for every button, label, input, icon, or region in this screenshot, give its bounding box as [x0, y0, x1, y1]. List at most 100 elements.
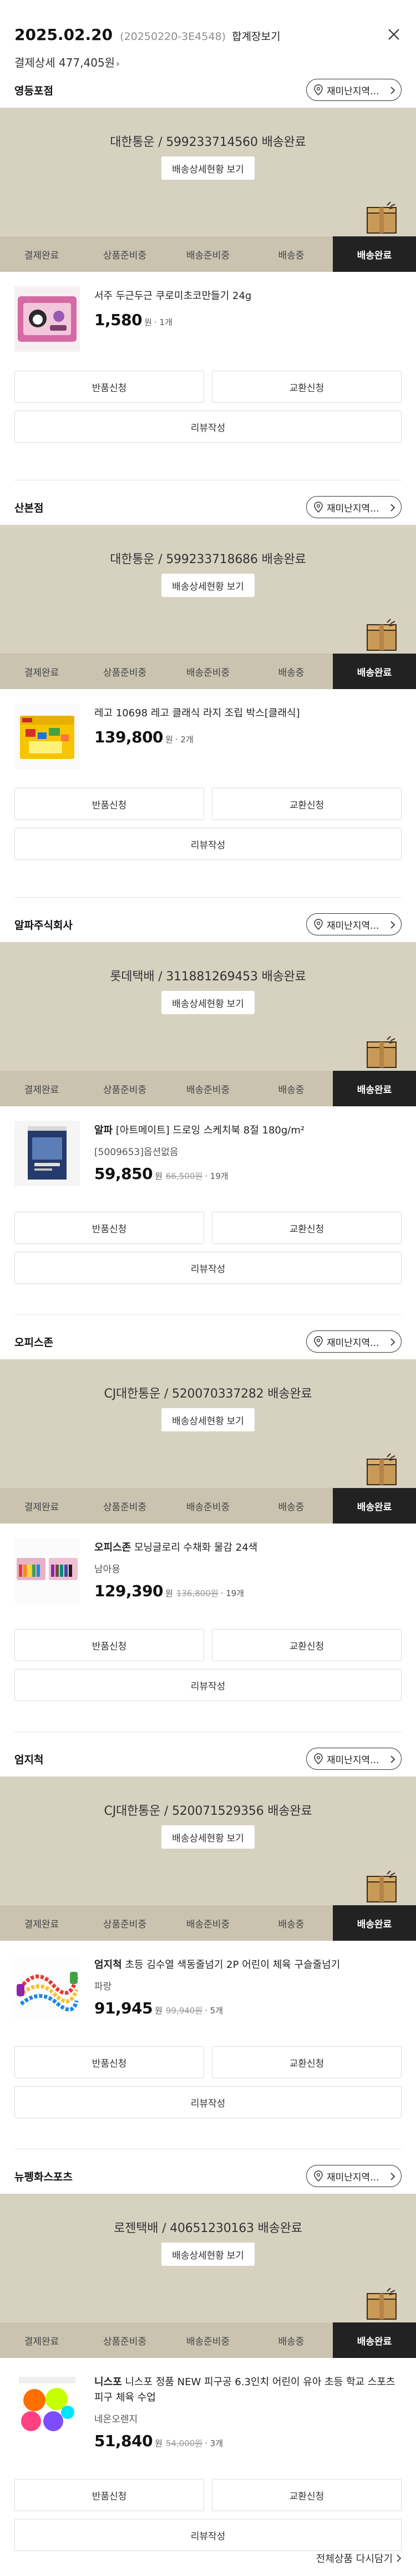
progress-step: 배송준비중 — [186, 2336, 230, 2347]
write-review-button[interactable]: 리뷰작성 — [14, 2086, 402, 2118]
exchange-button[interactable]: 교환신청 — [212, 788, 402, 820]
original-price: 66,500원 — [165, 1171, 203, 1181]
progress-step: 상품준비중 — [103, 1501, 147, 1513]
product-name-line: 알파 [아트메이트] 드로잉 스케치북 8절 180g/m² — [94, 1123, 402, 1138]
tracking-detail-button[interactable]: 배송상세현황 보기 — [161, 991, 255, 1014]
product-thumbnail[interactable] — [14, 2372, 80, 2438]
exchange-button[interactable]: 교환신청 — [212, 1212, 402, 1244]
write-review-button[interactable]: 리뷰작성 — [14, 1252, 402, 1284]
delivery-status-banner: 롯데택배 / 311881269453 배송완료 배송상세현황 보기 결제완료 상… — [0, 942, 416, 1106]
delivery-status-banner: 대한통운 / 599233714560 배송완료 배송상세현황 보기 결제완료 상… — [0, 108, 416, 272]
price-row: 1,580 원 · 1개 — [94, 311, 402, 329]
exchange-button[interactable]: 교환신청 — [212, 1629, 402, 1661]
progress-step: 배송완료 — [333, 1071, 416, 1106]
tracking-detail-button[interactable]: 배송상세현황 보기 — [161, 1408, 255, 1431]
product-price: 1,580 — [94, 311, 143, 329]
store-row: 엄지척 재미난지역... — [0, 1741, 416, 1777]
product-item[interactable]: 엄지척 초등 김수열 색동줄넘기 2P 어린이 체육 구슬줄넘기 파랑 91,9… — [0, 1941, 416, 2046]
product-name: 서주 두근두근 쿠로미초코만들기 24g — [94, 290, 252, 302]
product-item[interactable]: 서주 두근두근 쿠로미초코만들기 24g 1,580 원 · 1개 — [0, 272, 416, 371]
close-icon[interactable] — [386, 27, 402, 42]
location-pin-icon — [313, 502, 323, 513]
product-thumbnail[interactable] — [14, 1955, 80, 2021]
progress-step: 결제완료 — [24, 667, 59, 679]
product-price: 139,800 — [94, 728, 164, 746]
progress-step: 상품준비중 — [103, 1084, 147, 1096]
courier-tracking: CJ대한통운 / 520071529356 배송완료 — [104, 1804, 312, 1818]
pickup-location-button[interactable]: 재미난지역... — [306, 79, 402, 101]
tracking-detail-button[interactable]: 배송상세현황 보기 — [161, 156, 255, 180]
reorder-all-link[interactable]: 전체상품 다시담기 — [316, 2551, 402, 2565]
product-thumbnail[interactable] — [14, 704, 80, 769]
tracking-detail-button[interactable]: 배송상세현황 보기 — [161, 574, 255, 597]
delivery-progress: 결제완료 상품준비중 배송준비중 배송중 배송완료 — [0, 2322, 416, 2358]
order-id: (20250220-3E4548) — [120, 31, 226, 43]
exchange-button[interactable]: 교환신청 — [212, 2046, 402, 2078]
chevron-right-icon — [390, 2172, 395, 2180]
payment-total-link[interactable]: 결제상세 477,405원 › — [14, 54, 402, 70]
return-button[interactable]: 반품신청 — [14, 1212, 204, 1244]
write-review-button[interactable]: 리뷰작성 — [14, 2519, 402, 2551]
product-thumbnail[interactable] — [14, 286, 80, 352]
progress-step: 결제완료 — [24, 250, 59, 261]
delivery-status-banner: CJ대한통운 / 520071529356 배송완료 배송상세현황 보기 결제완… — [0, 1777, 416, 1941]
progress-step: 배송완료 — [333, 1905, 416, 1941]
store-name: 뉴펭화스포츠 — [14, 2170, 73, 2183]
delivery-box-icon — [364, 1869, 399, 1904]
product-thumbnail[interactable] — [14, 1538, 80, 1603]
order-header: 2025.02.20 (20250220-3E4548) 합계장보기 결제상세 … — [0, 0, 416, 72]
return-button[interactable]: 반품신청 — [14, 788, 204, 820]
tracking-detail-button[interactable]: 배송상세현황 보기 — [161, 2243, 255, 2266]
pickup-location-button[interactable]: 재미난지역... — [306, 2165, 402, 2187]
progress-step: 배송완료 — [333, 654, 416, 689]
currency-unit: 원 — [165, 1588, 173, 1598]
product-price: 51,840 — [94, 2432, 153, 2450]
price-row: 59,850 원 66,500원 · 19개 — [94, 1165, 402, 1183]
delivery-box-icon — [364, 200, 399, 235]
order-group: 영등포점 재미난지역... 대한통운 / 599233714560 배송완료 배… — [0, 72, 416, 489]
pickup-location-button[interactable]: 재미난지역... — [306, 1330, 402, 1353]
combined-view-link[interactable]: 합계장보기 — [232, 28, 280, 43]
store-row: 오피스존 재미난지역... — [0, 1324, 416, 1359]
pickup-location-label: 재미난지역... — [327, 1754, 379, 1766]
return-button[interactable]: 반품신청 — [14, 371, 204, 403]
section-divider — [14, 1314, 402, 1315]
product-name-line: 니스포 니스포 정품 NEW 피구공 6.3인치 어린이 유아 초등 학교 스포… — [94, 2375, 402, 2406]
product-option: 남아용 — [94, 1564, 120, 1575]
pickup-location-button[interactable]: 재미난지역... — [306, 913, 402, 935]
original-price: 136,800원 — [176, 1588, 219, 1598]
return-button[interactable]: 반품신청 — [14, 1629, 204, 1661]
write-review-button[interactable]: 리뷰작성 — [14, 828, 402, 860]
product-item[interactable]: 레고 10698 레고 클래식 라지 조립 박스[클래식] 139,800 원 … — [0, 689, 416, 788]
product-item[interactable]: 오피스존 모닝글로리 수채화 물감 24색 남아용 129,390 원 136,… — [0, 1524, 416, 1629]
section-divider — [14, 897, 402, 898]
write-review-button[interactable]: 리뷰작성 — [14, 411, 402, 443]
exchange-button[interactable]: 교환신청 — [212, 2479, 402, 2511]
chevron-right-icon — [390, 1338, 395, 1346]
order-group: 산본점 재미난지역... 대한통운 / 599233718686 배송완료 배송… — [0, 489, 416, 907]
pickup-location-label: 재미난지역... — [327, 85, 379, 97]
progress-step: 배송준비중 — [186, 1919, 230, 1930]
location-pin-icon — [313, 1753, 323, 1765]
tracking-detail-button[interactable]: 배송상세현황 보기 — [161, 1825, 255, 1849]
product-item[interactable]: 알파 [아트메이트] 드로잉 스케치북 8절 180g/m² [5009653]… — [0, 1106, 416, 1212]
write-review-button[interactable]: 리뷰작성 — [14, 1669, 402, 1701]
exchange-button[interactable]: 교환신청 — [212, 371, 402, 403]
product-thumbnail[interactable] — [14, 1121, 80, 1186]
pickup-location-button[interactable]: 재미난지역... — [306, 1748, 402, 1770]
pickup-location-button[interactable]: 재미난지역... — [306, 496, 402, 518]
product-item[interactable]: 니스포 니스포 정품 NEW 피구공 6.3인치 어린이 유아 초등 학교 스포… — [0, 2358, 416, 2479]
return-button[interactable]: 반품신청 — [14, 2479, 204, 2511]
product-info: 오피스존 모닝글로리 수채화 물감 24색 남아용 129,390 원 136,… — [94, 1538, 402, 1629]
progress-step: 배송완료 — [333, 1488, 416, 1524]
order-actions: 반품신청 교환신청 리뷰작성 — [0, 1212, 416, 1284]
delivery-status-banner: 대한통운 / 599233718686 배송완료 배송상세현황 보기 결제완료 상… — [0, 525, 416, 689]
product-option: 네온오렌지 — [94, 2414, 138, 2425]
product-info: 알파 [아트메이트] 드로잉 스케치북 8절 180g/m² [5009653]… — [94, 1121, 402, 1212]
product-name: [아트메이트] 드로잉 스케치북 8절 180g/m² — [115, 1125, 305, 1136]
product-brand: 엄지척 — [94, 1959, 122, 1971]
store-row: 뉴펭화스포츠 재미난지역... — [0, 2158, 416, 2194]
return-button[interactable]: 반품신청 — [14, 2046, 204, 2078]
order-actions: 반품신청 교환신청 리뷰작성 — [0, 788, 416, 860]
progress-step: 배송중 — [278, 2336, 305, 2347]
